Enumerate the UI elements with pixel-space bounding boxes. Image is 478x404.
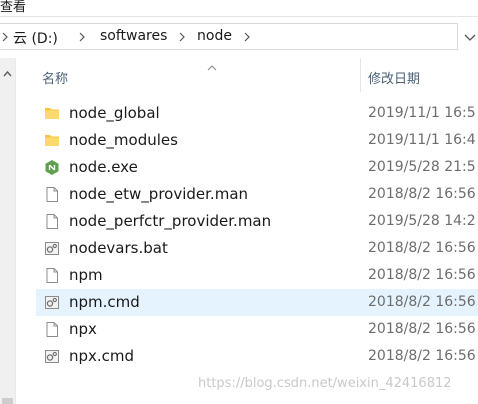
file-date: 2019/11/1 16:5	[368, 105, 476, 121]
file-row-node-modules[interactable]: node_modules 2019/11/1 16:4	[36, 127, 478, 154]
batch-file-icon	[44, 294, 60, 311]
folder-icon	[44, 132, 60, 149]
chevron-down-icon[interactable]	[462, 28, 478, 46]
breadcrumb-drive[interactable]: 云 (D:)	[13, 28, 58, 48]
file-name: node_etw_provider.man	[69, 185, 249, 203]
file-name: nodevars.bat	[69, 239, 168, 257]
file-icon	[44, 213, 60, 230]
file-date: 2018/8/2 16:56	[368, 348, 476, 364]
file-name: node_perfctr_provider.man	[69, 212, 272, 230]
navigation-pane-scrollbar[interactable]	[0, 58, 15, 404]
pane-divider[interactable]	[15, 58, 16, 404]
address-bar[interactable]: 云 (D:) softwares node	[0, 23, 458, 50]
folder-icon	[44, 105, 60, 122]
file-row-node-perfctr-provider[interactable]: node_perfctr_provider.man 2019/5/28 14:2	[36, 208, 478, 235]
column-resize-handle[interactable]	[360, 58, 361, 92]
file-date: 2019/5/28 14:2	[368, 213, 476, 229]
file-row-nodevars-bat[interactable]: nodevars.bat 2018/8/2 16:56	[36, 235, 478, 262]
view-menu[interactable]: 查看	[0, 0, 26, 15]
column-header: 名称 修改日期	[16, 58, 478, 94]
file-name: npm	[69, 266, 103, 284]
chevron-right-icon[interactable]	[77, 28, 89, 46]
file-row-npm[interactable]: npm 2018/8/2 16:56	[36, 262, 478, 289]
file-name: npm.cmd	[69, 293, 140, 311]
file-row-node-etw-provider[interactable]: node_etw_provider.man 2018/8/2 16:56	[36, 181, 478, 208]
file-name: node_global	[69, 104, 160, 122]
file-date: 2018/8/2 16:56	[368, 240, 476, 256]
file-row-npx[interactable]: npx 2018/8/2 16:56	[36, 316, 478, 343]
file-date: 2019/11/1 16:4	[368, 132, 476, 148]
file-name: npx.cmd	[69, 347, 135, 365]
chevron-right-icon[interactable]	[177, 28, 189, 46]
chevron-right-icon[interactable]	[0, 28, 12, 46]
file-date: 2018/8/2 16:56	[368, 267, 476, 283]
sort-ascending-icon	[206, 58, 218, 71]
scrollbar-thumb[interactable]	[2, 398, 13, 404]
column-name-header[interactable]: 名称	[42, 68, 68, 87]
file-row-node-exe[interactable]: node.exe 2019/5/28 21:5	[36, 154, 478, 181]
file-date: 2019/5/28 21:5	[368, 159, 476, 175]
menu-strip: 查看	[0, 0, 478, 17]
file-row-node-global[interactable]: node_global 2019/11/1 16:5	[36, 100, 478, 127]
file-name: npx	[69, 320, 97, 338]
chevron-right-icon[interactable]	[242, 28, 254, 46]
column-date-header[interactable]: 修改日期	[368, 68, 420, 87]
file-name: node.exe	[69, 158, 138, 176]
file-icon	[44, 186, 60, 203]
watermark-url: https://blog.csdn.net/weixin_42416812	[198, 376, 452, 391]
file-date: 2018/8/2 16:56	[368, 294, 476, 310]
file-icon	[44, 267, 60, 284]
breadcrumb-node[interactable]: node	[197, 28, 232, 44]
file-date: 2018/8/2 16:56	[368, 186, 476, 202]
batch-file-icon	[44, 348, 60, 365]
file-row-npm-cmd[interactable]: npm.cmd 2018/8/2 16:56	[36, 289, 478, 316]
scroll-up-icon[interactable]	[2, 64, 13, 77]
file-icon	[44, 321, 60, 338]
file-date: 2018/8/2 16:56	[368, 321, 476, 337]
batch-file-icon	[44, 240, 60, 257]
breadcrumb-softwares[interactable]: softwares	[100, 28, 167, 44]
file-row-npx-cmd[interactable]: npx.cmd 2018/8/2 16:56	[36, 343, 478, 370]
nodejs-exe-icon	[44, 159, 60, 176]
file-name: node_modules	[69, 131, 178, 149]
